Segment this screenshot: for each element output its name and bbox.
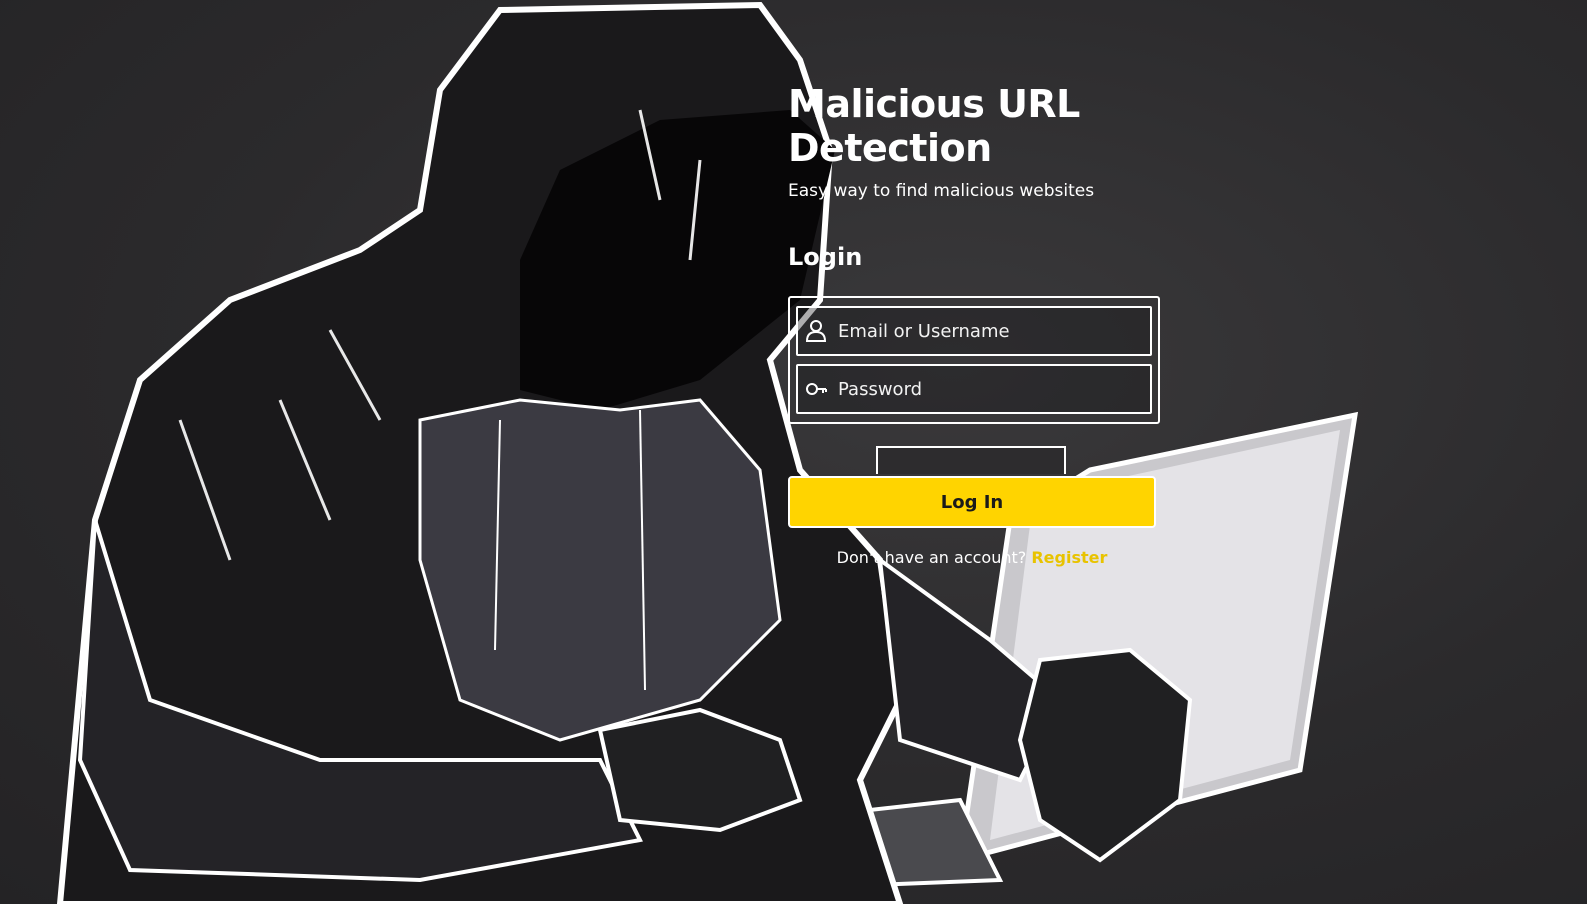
register-prompt: Don't have an account? Register [788, 548, 1156, 567]
login-page: Malicious URL Detection Easy way to find… [0, 0, 1587, 904]
login-form: Log In [788, 296, 1160, 528]
username-field-wrapper [796, 306, 1152, 356]
password-field-wrapper [796, 364, 1152, 414]
form-spacer [876, 446, 1066, 474]
register-link[interactable]: Register [1031, 548, 1107, 567]
app-tagline: Easy way to find malicious websites [788, 181, 1095, 201]
password-input[interactable] [834, 378, 1150, 400]
app-title: Malicious URL Detection [788, 82, 1080, 170]
credentials-group [788, 296, 1160, 424]
login-panel: Malicious URL Detection Easy way to find… [788, 82, 1160, 567]
register-prompt-text: Don't have an account? [836, 548, 1027, 567]
login-button[interactable]: Log In [788, 476, 1156, 528]
key-icon [798, 377, 834, 401]
user-icon [798, 319, 834, 343]
username-input[interactable] [834, 320, 1150, 342]
login-heading: Login [788, 243, 863, 271]
